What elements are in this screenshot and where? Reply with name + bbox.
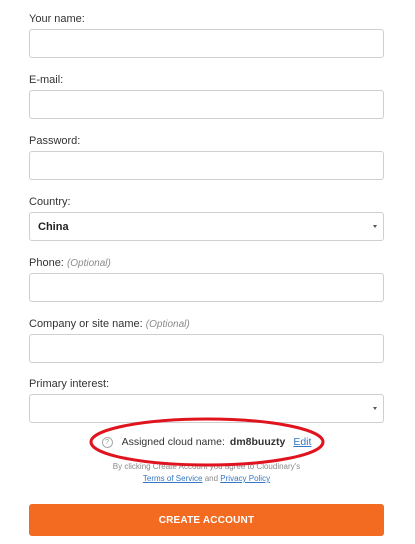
country-select[interactable]: China [29, 212, 384, 241]
terms-prefix: By clicking Create Account you agree to … [112, 462, 301, 471]
terms-notice: By clicking Create Account you agree to … [29, 461, 384, 485]
phone-optional-hint: (Optional) [66, 258, 111, 269]
cloud-name-label: Assigned cloud name: [121, 436, 225, 448]
terms-and: and [204, 474, 219, 483]
password-label: Password: [29, 135, 81, 147]
interest-label: Primary interest: [29, 378, 110, 390]
password-field[interactable] [29, 151, 384, 180]
privacy-policy-link[interactable]: Privacy Policy [220, 474, 270, 483]
terms-of-service-link[interactable]: Terms of Service [143, 474, 203, 483]
chevron-down-icon [373, 407, 377, 410]
cloud-name-row: ? Assigned cloud name: dm8buuzty Edit [29, 432, 384, 452]
chevron-down-icon [373, 225, 377, 228]
country-label: Country: [29, 196, 71, 208]
name-field[interactable] [29, 29, 384, 58]
question-icon[interactable]: ? [101, 436, 113, 448]
create-account-button[interactable]: CREATE ACCOUNT [29, 504, 384, 536]
name-label: Your name: [29, 13, 85, 25]
phone-field[interactable] [29, 273, 384, 302]
company-label: Company or site name: (Optional) [29, 318, 190, 330]
edit-cloud-name-link[interactable]: Edit [293, 436, 311, 448]
email-label: E-mail: [29, 74, 64, 86]
country-selected-value: China [38, 220, 69, 233]
phone-label: Phone: (Optional) [29, 257, 111, 269]
cloud-name-value: dm8buuzty [229, 436, 286, 448]
interest-select[interactable] [29, 394, 384, 423]
company-optional-hint: (Optional) [145, 319, 190, 330]
company-field[interactable] [29, 334, 384, 363]
email-field[interactable] [29, 90, 384, 119]
